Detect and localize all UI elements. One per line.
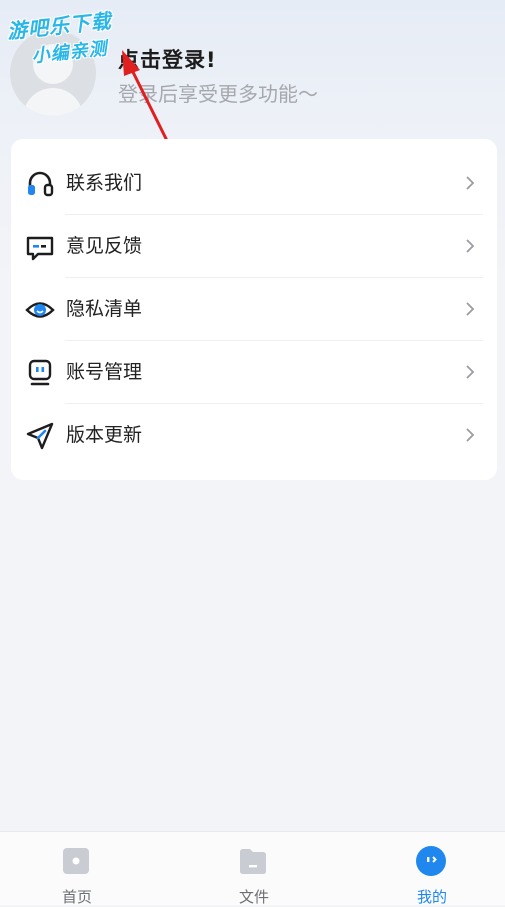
menu-item-contact[interactable]: 联系我们	[11, 152, 497, 215]
chevron-right-icon	[466, 239, 475, 253]
chevron-right-icon	[466, 176, 475, 190]
folder-icon	[240, 849, 266, 874]
privacy-eye-icon	[25, 302, 55, 318]
menu-item-privacy[interactable]: 隐私清单	[11, 278, 497, 341]
menu-item-feedback[interactable]: 意见反馈	[11, 215, 497, 278]
home-icon	[63, 848, 89, 874]
profile-face-icon	[416, 846, 446, 876]
menu-item-label: 账号管理	[66, 361, 143, 383]
bottom-tab-bar: 首页 文件 我的	[0, 831, 505, 906]
menu-item-label: 版本更新	[66, 424, 143, 446]
chevron-right-icon	[466, 365, 475, 379]
watermark: 游吧乐下载 小编亲测	[5, 5, 115, 71]
menu-item-label: 隐私清单	[66, 298, 143, 320]
headset-icon	[28, 171, 54, 197]
tab-mine[interactable]: 我的	[372, 832, 492, 906]
menu-item-label: 联系我们	[66, 172, 143, 194]
tab-files[interactable]: 文件	[194, 832, 314, 906]
menu-item-account[interactable]: 账号管理	[11, 341, 497, 404]
menu-card: 联系我们 意见反馈 隐私清单 账号管理 版本更新	[11, 139, 497, 480]
chevron-right-icon	[466, 428, 475, 442]
account-icon	[28, 359, 52, 386]
menu-item-label: 意见反馈	[66, 235, 143, 257]
feedback-icon	[26, 236, 54, 261]
paper-plane-icon	[26, 422, 54, 450]
chevron-right-icon	[466, 302, 475, 316]
menu-item-update[interactable]: 版本更新	[11, 404, 497, 467]
tab-home[interactable]: 首页	[17, 832, 137, 906]
